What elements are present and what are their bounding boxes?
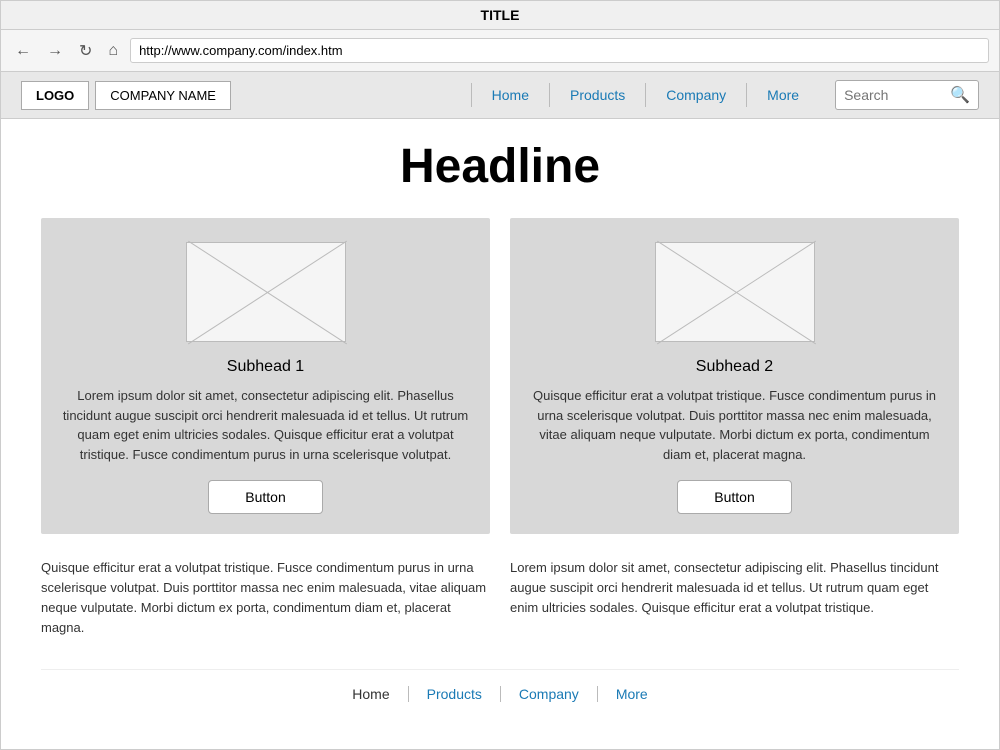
nav-link-home[interactable]: Home: [471, 83, 550, 107]
cards-row: Subhead 1 Lorem ipsum dolor sit amet, co…: [41, 218, 959, 534]
browser-chrome: ← → ↻ ⌂: [1, 30, 999, 72]
body-text-row: Quisque efficitur erat a volutpat tristi…: [41, 558, 959, 639]
footer-nav: Home Products Company More: [41, 669, 959, 702]
footer-link-company[interactable]: Company: [501, 686, 598, 702]
back-button[interactable]: ←: [11, 40, 35, 62]
card-2-button[interactable]: Button: [677, 480, 791, 514]
site-header: LOGO COMPANY NAME Home Products Company …: [1, 72, 999, 119]
company-name: COMPANY NAME: [95, 81, 231, 110]
logo: LOGO: [21, 81, 89, 110]
home-button[interactable]: ⌂: [104, 40, 122, 62]
footer-link-products[interactable]: Products: [409, 686, 501, 702]
footer-link-more[interactable]: More: [598, 686, 666, 702]
nav-link-products[interactable]: Products: [550, 83, 646, 107]
search-box[interactable]: 🔍: [835, 80, 979, 110]
card-2: Subhead 2 Quisque efficitur erat a volut…: [510, 218, 959, 534]
card-1-button[interactable]: Button: [208, 480, 322, 514]
card-2-image: [655, 242, 815, 342]
card-2-subhead: Subhead 2: [696, 358, 773, 376]
search-icon: 🔍: [950, 85, 970, 105]
card-1: Subhead 1 Lorem ipsum dolor sit amet, co…: [41, 218, 490, 534]
search-input[interactable]: [844, 87, 944, 103]
body-text-1: Quisque efficitur erat a volutpat tristi…: [41, 558, 490, 639]
body-text-2: Lorem ipsum dolor sit amet, consectetur …: [510, 558, 959, 639]
forward-button[interactable]: →: [43, 40, 67, 62]
main-content: Headline Subhead 1 Lorem ipsum dolor sit…: [1, 119, 999, 722]
title-bar: TITLE: [1, 1, 999, 30]
card-1-text: Lorem ipsum dolor sit amet, consectetur …: [61, 386, 470, 464]
page-headline: Headline: [41, 139, 959, 194]
footer-link-home[interactable]: Home: [334, 686, 408, 702]
card-1-image: [186, 242, 346, 342]
card-1-subhead: Subhead 1: [227, 358, 304, 376]
address-bar[interactable]: [130, 38, 989, 63]
nav-link-more[interactable]: More: [747, 83, 819, 107]
nav-link-company[interactable]: Company: [646, 83, 747, 107]
main-nav: Home Products Company More: [471, 83, 819, 107]
page-title: TITLE: [481, 7, 520, 23]
card-2-text: Quisque efficitur erat a volutpat tristi…: [530, 386, 939, 464]
refresh-button[interactable]: ↻: [75, 39, 96, 63]
